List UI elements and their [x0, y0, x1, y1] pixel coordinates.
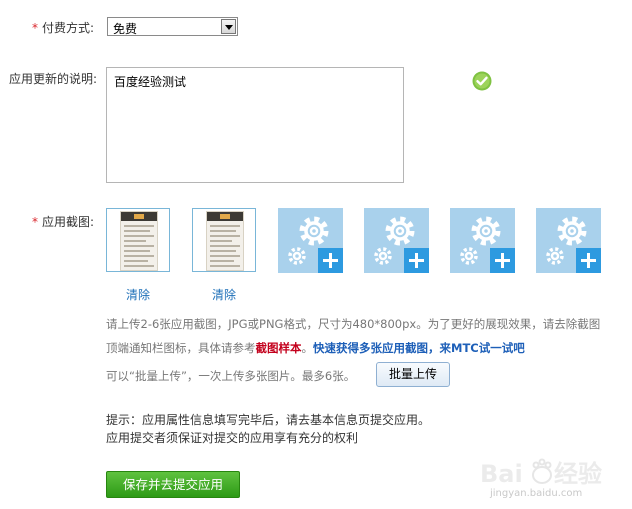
update-notes-textarea[interactable]: 百度经验测试: [106, 67, 404, 183]
upload-screenshot-slot[interactable]: [450, 208, 515, 273]
plus-icon: [404, 248, 429, 273]
screenshot-image: [120, 211, 158, 271]
payment-select[interactable]: 免费: [107, 17, 238, 36]
screenshot-requirements-line2: 顶端通知栏图标，具体请参考截图样本。快速获得多张应用截图，来MTC试一试吧: [106, 341, 525, 355]
chevron-down-icon[interactable]: [221, 19, 236, 34]
batch-upload-hint: 可以“批量上传”，一次上传多张图片。最多6张。: [106, 369, 356, 383]
svg-text:经验: 经验: [554, 460, 602, 488]
screenshots-label: * 应用截图:: [32, 215, 95, 229]
clear-screenshot-link[interactable]: 清除: [126, 286, 150, 303]
payment-select-value: 免费: [113, 22, 138, 36]
check-icon: [472, 71, 492, 91]
clear-screenshot-link[interactable]: 清除: [212, 286, 236, 303]
upload-screenshot-slot[interactable]: [364, 208, 429, 273]
plus-icon: [576, 248, 601, 273]
save-and-submit-button[interactable]: 保存并去提交应用: [106, 471, 240, 498]
svg-text:Bai: Bai: [480, 460, 523, 488]
screenshot-thumb-2[interactable]: [192, 208, 256, 272]
update-notes-label: 应用更新的说明:: [9, 72, 98, 86]
screenshot-thumb-1[interactable]: [106, 208, 170, 272]
rights-tip: 应用提交者须保证对提交的应用享有充分的权利: [106, 431, 359, 445]
submit-tip: 提示：应用属性信息填写完毕后，请去基本信息页提交应用。: [106, 413, 431, 427]
upload-screenshot-slot[interactable]: [278, 208, 343, 273]
plus-icon: [490, 248, 515, 273]
batch-upload-button[interactable]: 批量上传: [376, 362, 450, 387]
sample-link[interactable]: 截图样本: [256, 341, 302, 355]
required-mark: *: [32, 215, 38, 229]
upload-screenshot-slot[interactable]: [536, 208, 601, 273]
required-mark: *: [32, 21, 38, 35]
screenshot-image: [206, 211, 244, 271]
watermark-url: jingyan.baidu.com: [490, 488, 583, 499]
payment-label: * 付费方式:: [32, 21, 95, 35]
mtc-link[interactable]: 快速获得多张应用截图，来MTC试一试吧: [313, 341, 525, 355]
plus-icon: [318, 248, 343, 273]
screenshot-requirements: 请上传2-6张应用截图，JPG或PNG格式，尺寸为480*800px。为了更好的…: [106, 317, 601, 331]
